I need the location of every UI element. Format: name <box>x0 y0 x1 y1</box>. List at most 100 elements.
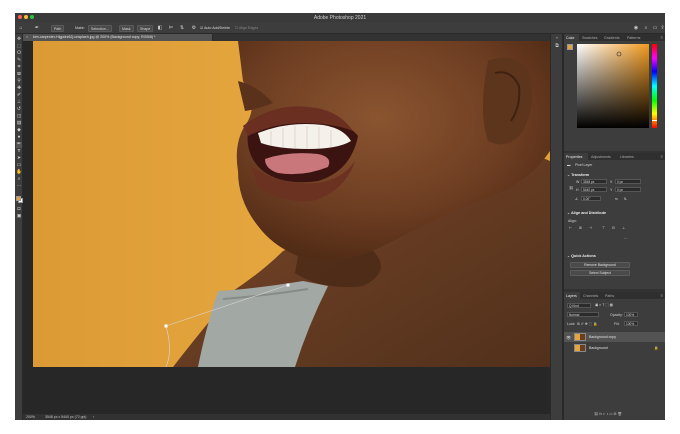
history-brush-tool-icon[interactable]: ↺ <box>16 107 22 113</box>
gradient-tool-icon[interactable]: ▤ <box>16 121 22 127</box>
select-subject-button[interactable]: Select Subject <box>570 270 630 276</box>
tab-patterns[interactable]: Patterns <box>627 36 640 40</box>
align-middle-icon[interactable]: ⊟ <box>612 226 615 230</box>
foreground-color-swatch[interactable] <box>16 196 21 201</box>
tab-libraries[interactable]: Libraries <box>620 155 634 159</box>
layer-row-background[interactable]: Background 🔒 <box>564 343 665 353</box>
tool-mode-select[interactable]: Path <box>51 24 65 32</box>
collapse-panels-icon[interactable]: » <box>554 35 560 41</box>
quick-actions-heading[interactable]: ⌄ Quick Actions <box>567 254 596 258</box>
zoom-tool-icon[interactable]: ⌕ <box>16 177 22 183</box>
screen-mode-icon[interactable]: ▣ <box>16 214 22 220</box>
align-bottom-icon[interactable]: ⊥ <box>622 226 625 230</box>
pixel-layer-label: Pixel Layer <box>575 163 593 167</box>
tab-color[interactable]: Color <box>566 36 575 40</box>
document-tab[interactable]: × kim-carpenter-Hlgpdrz6Jj-unsplash.jpg … <box>23 34 213 41</box>
remove-background-button[interactable]: Remove Background <box>570 262 630 268</box>
align-left-icon[interactable]: ⊢ <box>569 226 572 230</box>
hand-tool-icon[interactable]: ✋ <box>16 170 22 176</box>
gear-icon[interactable]: ⚙ <box>191 25 197 31</box>
layer-filter-icons[interactable]: ▣ ◐ T ⬚ ▦ <box>595 303 613 307</box>
make-selection-button[interactable]: Selection... <box>88 24 112 32</box>
zoom-level[interactable]: 200% <box>26 415 35 419</box>
width-field[interactable]: 3548 px <box>581 179 607 184</box>
height-field[interactable]: 5440 px <box>581 187 607 192</box>
auto-add-delete-checkbox[interactable]: ☑ Auto Add/Delete <box>200 25 230 32</box>
type-tool-icon[interactable]: T <box>16 149 22 155</box>
move-tool-icon[interactable]: ✥ <box>16 37 22 43</box>
home-icon[interactable]: ⌂ <box>18 25 24 31</box>
panel-foreground-swatch[interactable] <box>567 44 573 50</box>
search-icon[interactable]: ⌕ <box>643 25 649 31</box>
document-canvas[interactable] <box>33 41 550 367</box>
blur-tool-icon[interactable]: ◆ <box>16 128 22 134</box>
clone-stamp-tool-icon[interactable]: ⊥ <box>16 100 22 106</box>
crop-tool-icon[interactable]: ⌗ <box>16 65 22 71</box>
more-tools-icon[interactable]: ⋯ <box>16 184 22 190</box>
rectangle-tool-icon[interactable]: ▭ <box>16 163 22 169</box>
flip-horizontal-icon[interactable]: ⇋ <box>615 197 618 201</box>
quick-selection-tool-icon[interactable]: ✎ <box>16 58 22 64</box>
panel-menu-icon[interactable]: ≡ <box>661 293 663 298</box>
dodge-tool-icon[interactable]: ● <box>16 135 22 141</box>
path-arrangement-icon[interactable]: ⇅ <box>179 25 185 31</box>
opacity-field[interactable]: 100% <box>624 312 638 317</box>
hue-slider[interactable] <box>652 44 657 128</box>
history-panel-icon[interactable]: ⧉ <box>554 43 560 49</box>
flip-vertical-icon[interactable]: ⇅ <box>624 197 627 201</box>
tab-gradients[interactable]: Gradients <box>604 36 620 40</box>
x-field[interactable]: 0 px <box>615 179 641 184</box>
eyedropper-tool-icon[interactable]: ⚲ <box>16 79 22 85</box>
frame-tool-icon[interactable]: ⊠ <box>16 72 22 78</box>
marquee-tool-icon[interactable]: ⬚ <box>16 44 22 50</box>
transform-heading[interactable]: ⌄ Transform <box>567 173 589 177</box>
layer-name[interactable]: Background copy <box>589 335 616 339</box>
align-center-icon[interactable]: ⊞ <box>579 226 582 230</box>
align-right-icon[interactable]: ⊣ <box>589 226 592 230</box>
healing-brush-tool-icon[interactable]: ✚ <box>16 86 22 92</box>
align-edges-checkbox[interactable]: ☐ Align Edges <box>235 25 258 32</box>
color-picker-field[interactable] <box>577 44 649 128</box>
blend-mode-select[interactable]: Normal <box>567 312 599 317</box>
tab-properties[interactable]: Properties <box>566 155 582 159</box>
anchor-point[interactable] <box>286 283 290 287</box>
path-alignment-icon[interactable]: ⊨ <box>168 25 174 31</box>
y-field[interactable]: 0 px <box>615 187 641 192</box>
align-distribute-heading[interactable]: ⌄ Align and Distribute <box>567 211 606 215</box>
tab-swatches[interactable]: Swatches <box>582 36 598 40</box>
learn-icon[interactable]: ◉ <box>633 25 639 31</box>
angle-field[interactable]: 0.00° <box>581 196 601 201</box>
fill-field[interactable]: 100% <box>624 321 638 326</box>
tab-channels[interactable]: Channels <box>583 294 598 298</box>
lock-icon[interactable]: 🔒 <box>654 346 658 350</box>
layer-name[interactable]: Background <box>589 346 608 350</box>
layer-filter-kind-select[interactable]: Q Kind <box>567 303 591 308</box>
pen-tool-icon[interactable]: ✒ <box>16 142 22 148</box>
visibility-eye-icon[interactable]: 👁 <box>566 335 571 340</box>
panel-menu-icon[interactable]: ≡ <box>661 35 663 40</box>
path-selection-tool-icon[interactable]: ➤ <box>16 156 22 162</box>
path-operations-icon[interactable]: ◧ <box>157 25 163 31</box>
brush-tool-icon[interactable]: ✐ <box>16 93 22 99</box>
eraser-tool-icon[interactable]: ◫ <box>16 114 22 120</box>
tab-layers[interactable]: Layers <box>566 294 577 298</box>
mask-button[interactable]: Mask <box>119 24 134 32</box>
tab-adjustments[interactable]: Adjustments <box>591 155 611 159</box>
shape-button[interactable]: Shape <box>137 24 154 32</box>
tab-paths[interactable]: Paths <box>605 294 614 298</box>
workspace-icon[interactable]: ▭ <box>652 25 658 31</box>
link-dimensions-icon[interactable]: ⛓ <box>569 186 573 190</box>
status-arrow-icon[interactable]: › <box>93 415 94 419</box>
more-options-icon[interactable]: ··· <box>624 237 628 241</box>
anchor-point[interactable] <box>164 324 168 328</box>
lock-icons[interactable]: ⊞ ✐ ✥ ⬚ 🔒 <box>577 322 597 326</box>
share-icon[interactable]: ⇪ <box>660 25 665 31</box>
lasso-tool-icon[interactable]: ⵔ <box>16 51 22 57</box>
layer-row-background-copy[interactable]: 👁 Background copy <box>564 332 665 342</box>
pen-tool-icon[interactable]: ✒ <box>34 25 40 31</box>
layer-footer-icons[interactable]: ⛓ fx ◐ ◑ ▭ ⊞ 🗑 <box>594 412 622 416</box>
close-tab-icon[interactable]: × <box>26 35 28 39</box>
quick-mask-icon[interactable]: ◘ <box>16 207 22 213</box>
panel-menu-icon[interactable]: ≡ <box>661 154 663 159</box>
align-top-icon[interactable]: ⊤ <box>602 226 605 230</box>
